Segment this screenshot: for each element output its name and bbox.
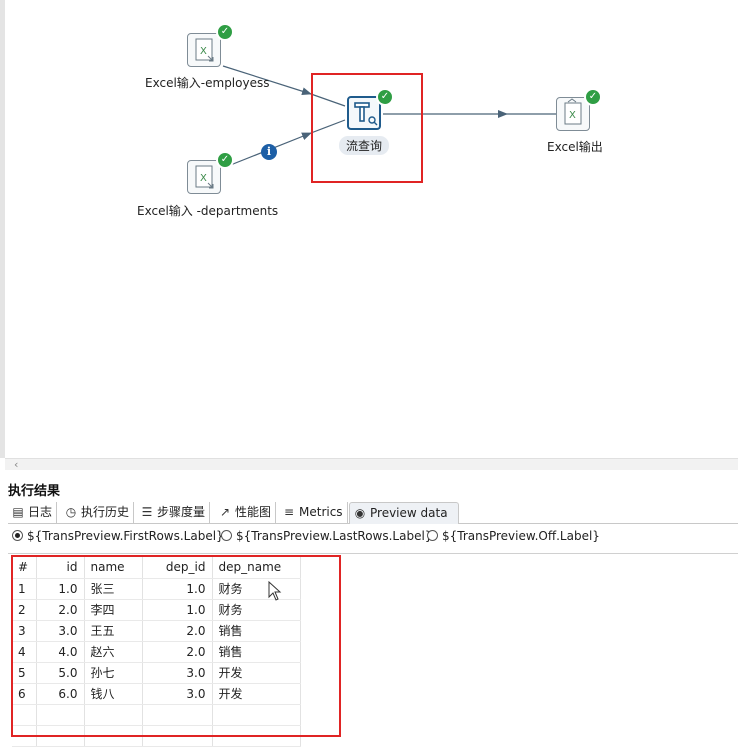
tab-preview-data[interactable]: ◉ Preview data (349, 502, 459, 524)
table-header-row: # id name dep_id dep_name (12, 557, 301, 579)
mouse-cursor-icon (268, 581, 282, 601)
row-number: 2 (12, 599, 37, 621)
performance-chart-icon: ↗ (219, 505, 231, 519)
results-panel-title: 执行结果 (8, 484, 61, 499)
cell-name[interactable]: 赵六 (84, 641, 143, 663)
cell-dep-name[interactable]: 开发 (212, 683, 301, 705)
cell-dep-name[interactable]: 销售 (212, 641, 301, 663)
svg-text:X: X (200, 46, 207, 57)
empty-row (12, 725, 301, 747)
row-number: 1 (12, 578, 37, 600)
success-check-icon: ✓ (376, 88, 394, 106)
empty-row (12, 704, 301, 726)
success-check-icon: ✓ (216, 151, 234, 169)
log-icon: ▤ (12, 505, 24, 519)
radio-last-rows[interactable]: ${TransPreview.LastRows.Label} (221, 529, 432, 543)
table-row[interactable]: 6 6.0 钱八 3.0 开发 (12, 683, 301, 705)
cell-id[interactable]: 3.0 (36, 620, 85, 642)
scroll-left-icon[interactable]: ‹ (14, 458, 18, 471)
stream-lookup-icon[interactable] (347, 96, 381, 130)
radio-label: ${TransPreview.Off.Label} (442, 529, 600, 543)
hop-info-icon[interactable]: i (261, 144, 277, 160)
history-icon: ◷ (65, 505, 77, 519)
results-tabs: ▤ 日志 ◷ 执行历史 ☰ 步骤度量 ↗ 性能图 ≡ Metrics ◉ Preview d… (8, 502, 738, 524)
tab-history[interactable]: ◷ 执行历史 (61, 502, 135, 524)
tab-label: Metrics (299, 505, 343, 519)
column-header[interactable]: # (12, 557, 37, 579)
tab-label: Preview data (370, 506, 448, 520)
table-row[interactable]: 1 1.0 张三 1.0 财务 (12, 578, 301, 600)
cell-dep-id[interactable]: 3.0 (142, 683, 213, 705)
row-number: 4 (12, 641, 37, 663)
row-number: 3 (12, 620, 37, 642)
tab-log[interactable]: ▤ 日志 (8, 502, 58, 524)
radio-label: ${TransPreview.LastRows.Label} (236, 529, 433, 543)
row-number: 6 (12, 683, 37, 705)
preview-table: # id name dep_id dep_name 1 1.0 张三 1.0 财… (12, 557, 301, 747)
column-header[interactable]: dep_id (142, 557, 213, 579)
cell-dep-id[interactable]: 1.0 (142, 599, 213, 621)
radio-off[interactable]: ${TransPreview.Off.Label} (427, 529, 600, 543)
step-label: Excel输入 -departments (137, 204, 279, 218)
cell-dep-name[interactable]: 财务 (212, 578, 301, 600)
tab-performance[interactable]: ↗ 性能图 (215, 502, 277, 524)
tab-label: 性能图 (235, 505, 272, 519)
step-label: Excel输入-employess (145, 76, 270, 90)
excel-input-icon[interactable]: X (187, 33, 221, 67)
tab-label: 步骤度量 (157, 505, 206, 519)
cell-id[interactable]: 1.0 (36, 578, 85, 600)
tab-label: 日志 (28, 505, 53, 519)
table-row[interactable]: 4 4.0 赵六 2.0 销售 (12, 641, 301, 663)
row-number: 5 (12, 662, 37, 684)
cell-id[interactable]: 5.0 (36, 662, 85, 684)
preview-data-grid[interactable]: # id name dep_id dep_name 1 1.0 张三 1.0 财… (8, 553, 738, 754)
tab-label: 执行历史 (81, 505, 130, 519)
cell-dep-name[interactable]: 销售 (212, 620, 301, 642)
cell-name[interactable]: 张三 (84, 578, 143, 600)
tab-step-metrics[interactable]: ☰ 步骤度量 (137, 502, 211, 524)
cell-name[interactable]: 王五 (84, 620, 143, 642)
cell-dep-id[interactable]: 1.0 (142, 578, 213, 600)
step-label: Excel输出 (547, 140, 603, 154)
preview-mode-radios: ${TransPreview.FirstRows.Label} ${TransP… (12, 529, 732, 547)
radio-button[interactable] (221, 530, 232, 541)
cell-id[interactable]: 6.0 (36, 683, 85, 705)
canvas-horizontal-scrollbar[interactable]: ‹ (5, 458, 738, 471)
cell-dep-id[interactable]: 3.0 (142, 662, 213, 684)
table-row[interactable]: 2 2.0 李四 1.0 财务 (12, 599, 301, 621)
hop-lines (222, 65, 556, 169)
excel-input-icon[interactable]: X (187, 160, 221, 194)
cell-dep-id[interactable]: 2.0 (142, 620, 213, 642)
success-check-icon: ✓ (216, 23, 234, 41)
success-check-icon: ✓ (584, 88, 602, 106)
cell-name[interactable]: 孙七 (84, 662, 143, 684)
cell-dep-name[interactable]: 开发 (212, 662, 301, 684)
metrics-icon: ≡ (283, 505, 295, 519)
svg-text:X: X (200, 173, 207, 184)
table-row[interactable]: 3 3.0 王五 2.0 销售 (12, 620, 301, 642)
cell-id[interactable]: 2.0 (36, 599, 85, 621)
cell-name[interactable]: 李四 (84, 599, 143, 621)
cell-name[interactable]: 钱八 (84, 683, 143, 705)
radio-first-rows[interactable]: ${TransPreview.FirstRows.Label} (12, 529, 224, 543)
tab-metrics[interactable]: ≡ Metrics (279, 502, 348, 524)
radio-label: ${TransPreview.FirstRows.Label} (27, 529, 224, 543)
radio-button[interactable] (427, 530, 438, 541)
radio-button[interactable] (12, 530, 23, 541)
cell-dep-name[interactable]: 财务 (212, 599, 301, 621)
column-header[interactable]: id (36, 557, 85, 579)
eye-icon: ◉ (354, 506, 366, 520)
table-row[interactable]: 5 5.0 孙七 3.0 开发 (12, 662, 301, 684)
transformation-canvas[interactable]: X ✓ Excel输入-employess X ✓ Excel输入 -depar… (0, 0, 738, 458)
column-header[interactable]: dep_name (212, 557, 301, 579)
step-label: 流查询 (339, 136, 390, 155)
svg-text:X: X (569, 110, 576, 121)
cell-id[interactable]: 4.0 (36, 641, 85, 663)
step-metrics-icon: ☰ (141, 505, 153, 519)
cell-dep-id[interactable]: 2.0 (142, 641, 213, 663)
column-header[interactable]: name (84, 557, 143, 579)
